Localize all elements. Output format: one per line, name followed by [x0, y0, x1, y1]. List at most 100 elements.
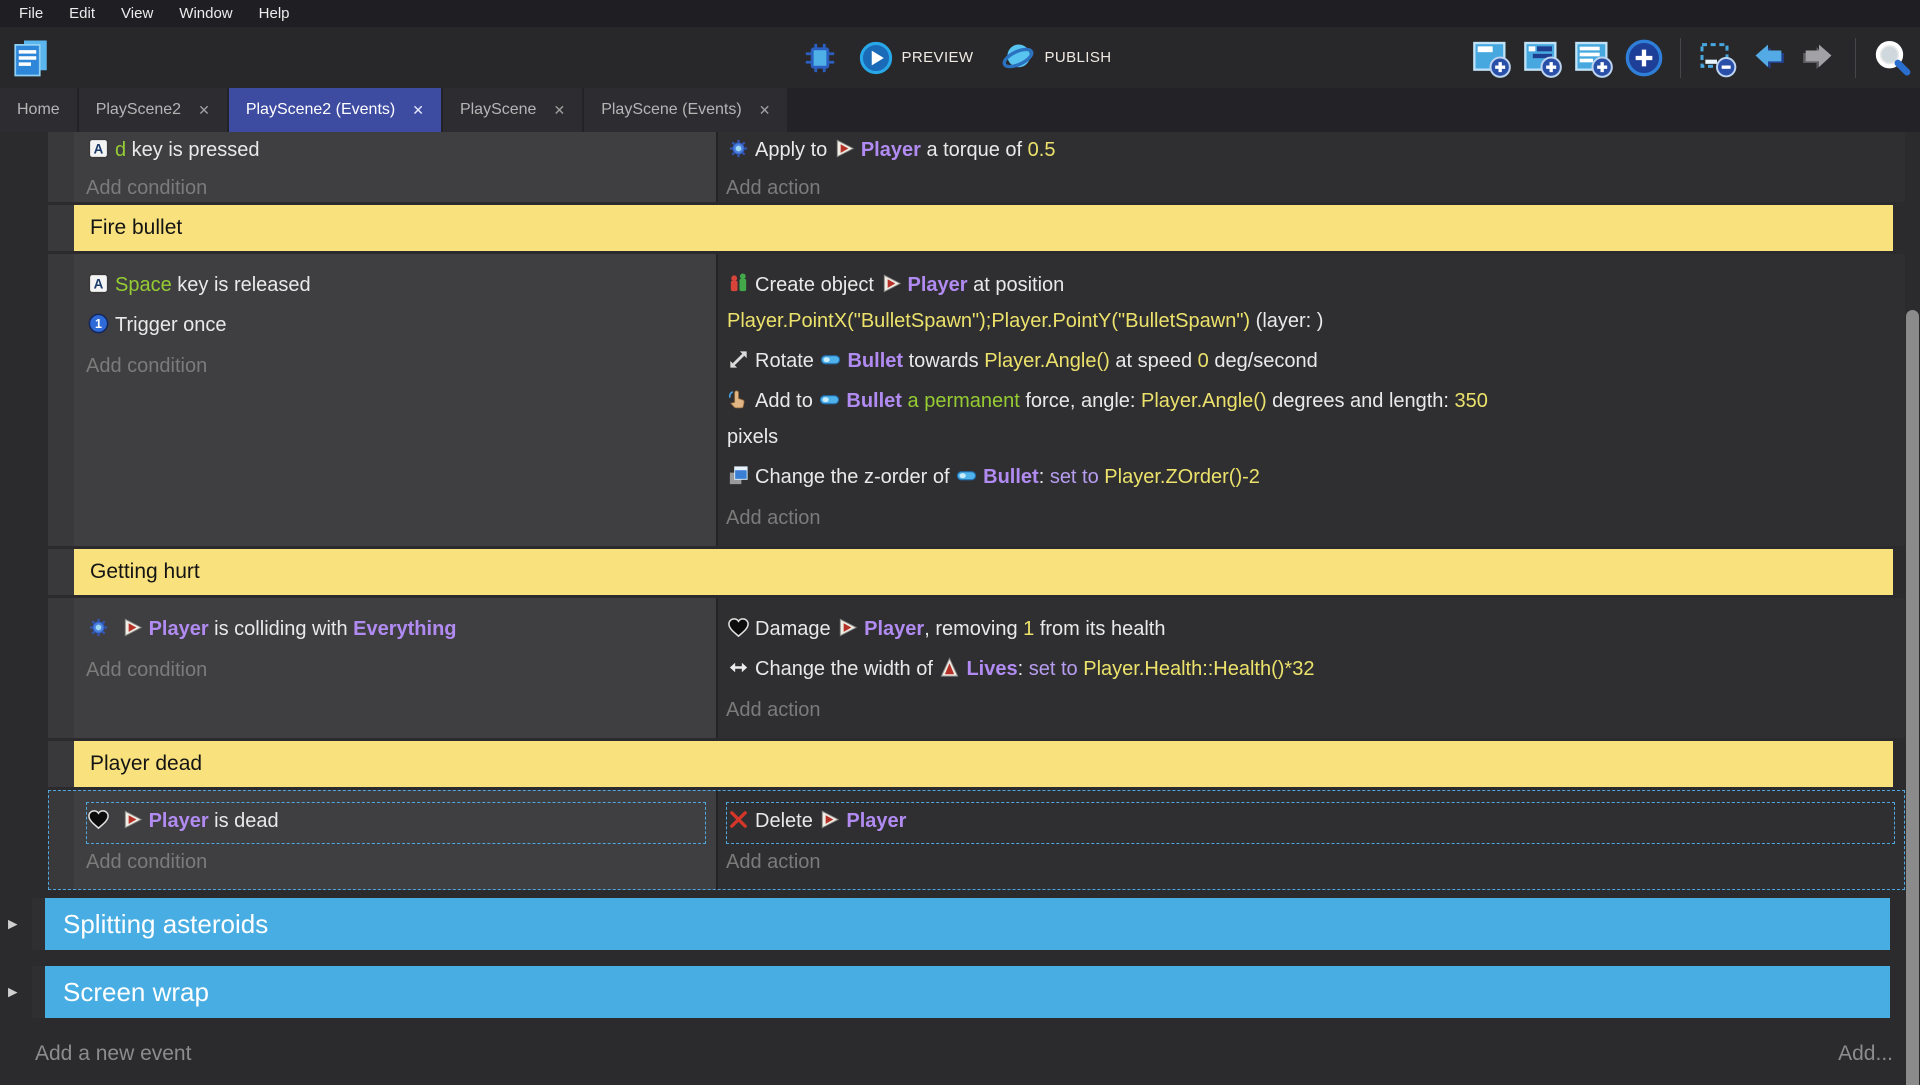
action-line: Add to Bullet a permanent force, angle: …	[727, 383, 1894, 419]
add-comment-button[interactable]	[1573, 38, 1613, 78]
svg-text:A: A	[94, 141, 104, 156]
condition-item[interactable]: Player is dead	[87, 803, 705, 839]
event-row: Player is colliding with Everything Add c…	[48, 598, 1905, 738]
publish-label: PUBLISH	[1044, 49, 1111, 66]
publish-button[interactable]: PUBLISH	[995, 40, 1117, 76]
player-icon	[121, 616, 144, 639]
menu-item-edit[interactable]: Edit	[56, 0, 108, 27]
add-circle-icon	[1624, 38, 1664, 78]
group-label: Screen wrap	[63, 977, 209, 1008]
condition-item[interactable]: Ad key is pressed	[87, 134, 705, 167]
comment-bar[interactable]: Player dead	[74, 741, 1893, 787]
remove-selection-button[interactable]	[1697, 38, 1737, 78]
action-item[interactable]: Add to Bullet a permanent force, angle: …	[727, 383, 1894, 455]
add-condition-button[interactable]: Add condition	[86, 652, 706, 688]
condition-item[interactable]: Player is colliding with Everything	[87, 611, 705, 647]
event-row: ASpace key is released 1Trigger once Add c…	[48, 254, 1905, 546]
publish-globe-icon	[1001, 41, 1035, 75]
create-icon	[727, 272, 750, 295]
comment-bar[interactable]: Fire bullet	[74, 205, 1893, 251]
add-action-button[interactable]: Add action	[726, 500, 1895, 536]
debug-button[interactable]	[803, 41, 837, 75]
tab-playscene2[interactable]: PlayScene2✕	[79, 88, 227, 132]
menu-item-help[interactable]: Help	[246, 0, 303, 27]
action-item[interactable]: Damage Player, removing 1 from its healt…	[727, 611, 1894, 647]
conditions-box: Player is dead	[86, 802, 706, 844]
action-item[interactable]: Rotate Bullet towards Player.Angle() at …	[727, 343, 1894, 379]
group-label: Splitting asteroids	[63, 909, 268, 940]
group-header[interactable]: Splitting asteroids	[45, 898, 1890, 950]
condition-line: ASpace key is released	[87, 267, 705, 303]
action-item[interactable]: Apply to Player a torque of 0.5	[727, 134, 1894, 167]
action-item[interactable]: Change the width of Lives: set to Player…	[727, 651, 1894, 687]
collapse-arrow-icon[interactable]: ▸	[8, 981, 18, 1004]
action-line: Delete Player	[727, 803, 1894, 839]
physics-icon	[87, 616, 110, 639]
condition-item[interactable]: ASpace key is released	[87, 267, 705, 303]
tab-close-icon[interactable]: ✕	[412, 102, 424, 119]
menubar: FileEditViewWindowHelp	[0, 0, 1920, 27]
tab-close-icon[interactable]: ✕	[198, 102, 210, 119]
player-icon	[833, 137, 856, 160]
search-icon	[1872, 38, 1912, 78]
search-button[interactable]	[1872, 38, 1912, 78]
tab-playscene2-events-[interactable]: PlayScene2 (Events) ✕	[229, 88, 441, 132]
tab-label: PlayScene	[460, 101, 537, 119]
action-item[interactable]: Change the z-order of Bullet: set to Pla…	[727, 459, 1894, 495]
add-event-button[interactable]	[1471, 38, 1511, 78]
tab-close-icon[interactable]: ✕	[553, 102, 565, 119]
row-gutter	[48, 254, 74, 546]
heart-icon	[727, 616, 750, 639]
tab-close-icon[interactable]: ✕	[759, 102, 771, 119]
preview-button[interactable]: PREVIEW	[853, 40, 980, 76]
condition-line: 1Trigger once	[87, 307, 705, 343]
group-header[interactable]: Screen wrap	[45, 966, 1890, 1018]
player-icon	[818, 808, 841, 831]
tab-playscene[interactable]: PlayScene ✕	[443, 88, 582, 132]
add-more-button[interactable]: Add...	[1838, 1042, 1893, 1066]
add-action-button[interactable]: Add action	[726, 692, 1895, 728]
add-condition-button[interactable]: Add condition	[86, 844, 706, 880]
menu-item-view[interactable]: View	[108, 0, 166, 27]
action-item[interactable]: Create object Player at positionPlayer.P…	[727, 267, 1894, 339]
actions-box: Delete Player	[726, 802, 1895, 844]
action-line: Change the z-order of Bullet: set to Pla…	[727, 459, 1894, 495]
row-gutter	[32, 898, 45, 950]
add-new-event-button[interactable]: Add a new event	[35, 1042, 191, 1066]
physics-icon	[727, 137, 750, 160]
redo-button[interactable]	[1799, 38, 1839, 78]
project-manager-button[interactable]	[10, 37, 52, 79]
actions-cell: Delete Player Add action	[718, 790, 1905, 890]
player-icon	[836, 616, 859, 639]
action-line: Damage Player, removing 1 from its healt…	[727, 611, 1894, 647]
comment-bar[interactable]: Getting hurt	[74, 549, 1893, 595]
menu-item-file[interactable]: File	[6, 0, 56, 27]
condition-item[interactable]: 1Trigger once	[87, 307, 705, 343]
menu-item-window[interactable]: Window	[166, 0, 245, 27]
action-item[interactable]: Delete Player	[727, 803, 1894, 839]
tab-label: PlayScene2 (Events)	[246, 101, 395, 119]
group-row: ▸Splitting asteroids	[32, 898, 1890, 950]
add-condition-button[interactable]: Add condition	[86, 172, 706, 202]
svg-text:A: A	[94, 276, 104, 291]
vertical-scrollbar-thumb[interactable]	[1906, 310, 1919, 1085]
add-subevent-button[interactable]	[1522, 38, 1562, 78]
action-line: Player.PointX("BulletSpawn");Player.Poin…	[727, 303, 1894, 339]
action-line: Change the width of Lives: set to Player…	[727, 651, 1894, 687]
conditions-cell: ASpace key is released 1Trigger once Add c…	[74, 254, 718, 546]
add-action-button[interactable]: Add action	[726, 172, 1895, 202]
trigger-once-icon: 1	[87, 312, 110, 335]
tab-playscene-events-[interactable]: PlayScene (Events)✕	[584, 88, 787, 132]
add-event-icon	[1471, 38, 1511, 78]
conditions-box: Ad key is pressed	[86, 133, 706, 172]
add-action-button[interactable]: Add action	[726, 844, 1895, 880]
add-circle-button[interactable]	[1624, 38, 1664, 78]
undo-button[interactable]	[1748, 38, 1788, 78]
comment-text: Player dead	[90, 752, 202, 776]
tab-home[interactable]: Home	[0, 88, 77, 132]
actions-cell: Apply to Player a torque of 0.5 Add actio…	[718, 132, 1905, 202]
svg-text:1: 1	[95, 317, 102, 331]
add-condition-button[interactable]: Add condition	[86, 348, 706, 384]
keyboard-icon: A	[87, 137, 110, 160]
collapse-arrow-icon[interactable]: ▸	[8, 913, 18, 936]
